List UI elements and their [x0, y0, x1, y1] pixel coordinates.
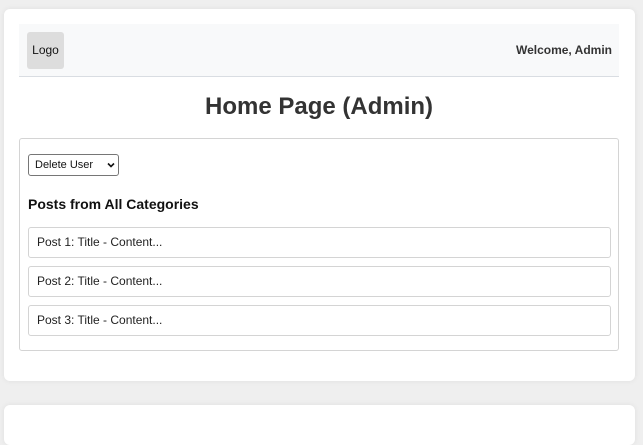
admin-action-select[interactable]: Delete User	[28, 154, 119, 176]
posts-section-title: Posts from All Categories	[28, 196, 199, 212]
post-item-1[interactable]: Post 1: Title - Content...	[28, 227, 611, 258]
page-title: Home Page (Admin)	[204, 93, 434, 120]
chevron-down-icon	[107, 162, 115, 168]
post-item-3[interactable]: Post 3: Title - Content...	[28, 305, 611, 336]
admin-content-panel: Delete User Posts from All Categories Po…	[19, 138, 619, 351]
second-page-card	[4, 405, 635, 445]
admin-action-select-value: Delete User	[35, 159, 94, 171]
logo[interactable]: Logo	[27, 32, 64, 69]
welcome-message: Welcome, Admin	[515, 43, 612, 57]
post-item-2[interactable]: Post 2: Title - Content...	[28, 266, 611, 297]
top-navigation-bar: Logo Welcome, Admin	[19, 24, 619, 77]
page-card: Logo Welcome, Admin Home Page (Admin) De…	[4, 9, 635, 381]
post-list: Post 1: Title - Content... Post 2: Title…	[28, 227, 611, 344]
